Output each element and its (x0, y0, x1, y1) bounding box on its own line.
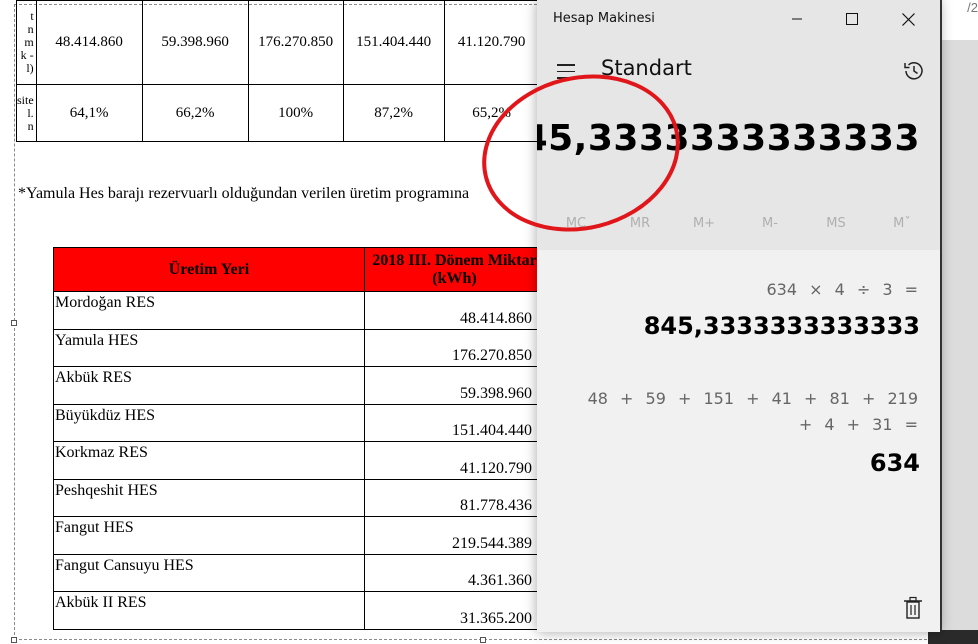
table-cell: 151.404.440 (342, 0, 445, 85)
production-amount: 4.361.360 (364, 553, 545, 592)
production-amount: 31.365.200 (364, 591, 545, 630)
title-bar[interactable]: Hesap Makinesi (537, 0, 940, 40)
memory-store-button[interactable]: MS (803, 216, 869, 231)
history-result[interactable]: 845,3333333333333 (644, 312, 920, 340)
capacity-table: t n m k - l) 48.414.860 59.398.960 176.2… (16, 0, 540, 142)
history-expression[interactable]: + 4 + 31 = (799, 415, 918, 434)
production-location: Büyükdüz HES (53, 403, 365, 442)
table-cell: 48.414.860 (35, 0, 143, 85)
close-icon (901, 12, 915, 26)
memory-add-button[interactable]: M+ (671, 216, 737, 231)
mode-header: Standart (537, 52, 940, 92)
maximize-button[interactable] (829, 0, 875, 38)
production-location: Korkmaz RES (53, 441, 365, 480)
production-location: Fangut Cansuyu HES (53, 553, 365, 592)
production-location: Yamula HES (53, 328, 365, 367)
memory-list-button[interactable]: Mˇ (869, 216, 935, 231)
production-table: Üretim Yeri 2018 III. Dönem Miktar (kWh)… (53, 247, 545, 630)
selection-handle[interactable] (480, 637, 486, 643)
table-row: Fangut Cansuyu HES 4.361.360 (53, 553, 545, 592)
memory-recall-button[interactable]: MR (607, 216, 673, 231)
table-row: Büyükdüz HES 151.404.440 (53, 403, 545, 442)
table-row: Mordoğan RES 48.414.860 (53, 291, 545, 330)
row-label: t n m k - l) (16, 0, 37, 85)
table-cell: 64,1% (35, 84, 143, 142)
mode-title: Standart (601, 56, 692, 80)
calculator-display: 845,3333333333333 (537, 118, 920, 159)
close-button[interactable] (885, 0, 931, 38)
history-expression[interactable]: 634 × 4 ÷ 3 = (766, 280, 918, 299)
table-cell: 87,2% (342, 84, 445, 142)
window-corner (928, 630, 978, 644)
window-title: Hesap Makinesi (553, 11, 655, 26)
minimize-icon (792, 18, 802, 20)
table-row: Yamula HES 176.270.850 (53, 328, 545, 367)
table-row: Peshqeshit HES 81.778.436 (53, 478, 545, 517)
calculator-window[interactable]: Hesap Makinesi Standart 845,333333333333… (537, 0, 940, 632)
history-result[interactable]: 634 (870, 449, 920, 477)
maximize-icon (846, 13, 858, 25)
production-amount: 219.544.389 (364, 516, 545, 555)
history-panel: 634 × 4 ÷ 3 = 845,3333333333333 48 + 59 … (537, 250, 940, 632)
history-expression[interactable]: 48 + 59 + 151 + 41 + 81 + 219 (588, 389, 918, 408)
production-location: Akbük II RES (53, 591, 365, 630)
table-row: Korkmaz RES 41.120.790 (53, 441, 545, 480)
page-indicator: /2 (967, 0, 978, 15)
selection-handle[interactable] (11, 320, 17, 326)
table-header-location: Üretim Yeri (53, 247, 365, 292)
table-row: Fangut HES 219.544.389 (53, 516, 545, 555)
row-label: site l. n (16, 84, 37, 142)
production-amount: 151.404.440 (364, 403, 545, 442)
production-amount: 81.778.436 (364, 478, 545, 517)
table-cell: 59.398.960 (141, 0, 249, 85)
table-row: Akbük II RES 31.365.200 (53, 591, 545, 630)
memory-subtract-button[interactable]: M- (737, 216, 803, 231)
table-cell: 100% (247, 84, 344, 142)
production-amount: 59.398.960 (364, 366, 545, 405)
production-amount: 41.120.790 (364, 441, 545, 480)
trash-icon[interactable] (903, 596, 923, 620)
table-cell: 176.270.850 (247, 0, 344, 85)
production-amount: 176.270.850 (364, 328, 545, 367)
table-cell: 65,2% (443, 84, 540, 142)
production-location: Mordoğan RES (53, 291, 365, 330)
production-location: Fangut HES (53, 516, 365, 555)
minimize-button[interactable] (774, 0, 820, 38)
selection-handle[interactable] (11, 637, 17, 643)
production-location: Akbük RES (53, 366, 365, 405)
production-location: Peshqeshit HES (53, 478, 365, 517)
memory-clear-button[interactable]: MC (543, 216, 609, 231)
production-amount: 48.414.860 (364, 291, 545, 330)
table-header-amount: 2018 III. Dönem Miktar (kWh) (364, 247, 545, 292)
table-row: Akbük RES 59.398.960 (53, 366, 545, 405)
footnote-text: *Yamula Hes barajı rezervuarlı olduğunda… (18, 185, 470, 202)
table-cell: 66,2% (141, 84, 249, 142)
memory-row: MC MR M+ M- MS Mˇ (537, 216, 940, 244)
table-cell: 41.120.790 (443, 0, 540, 85)
history-icon[interactable] (901, 58, 927, 84)
hamburger-icon[interactable] (557, 64, 579, 80)
scroll-area (940, 40, 978, 644)
